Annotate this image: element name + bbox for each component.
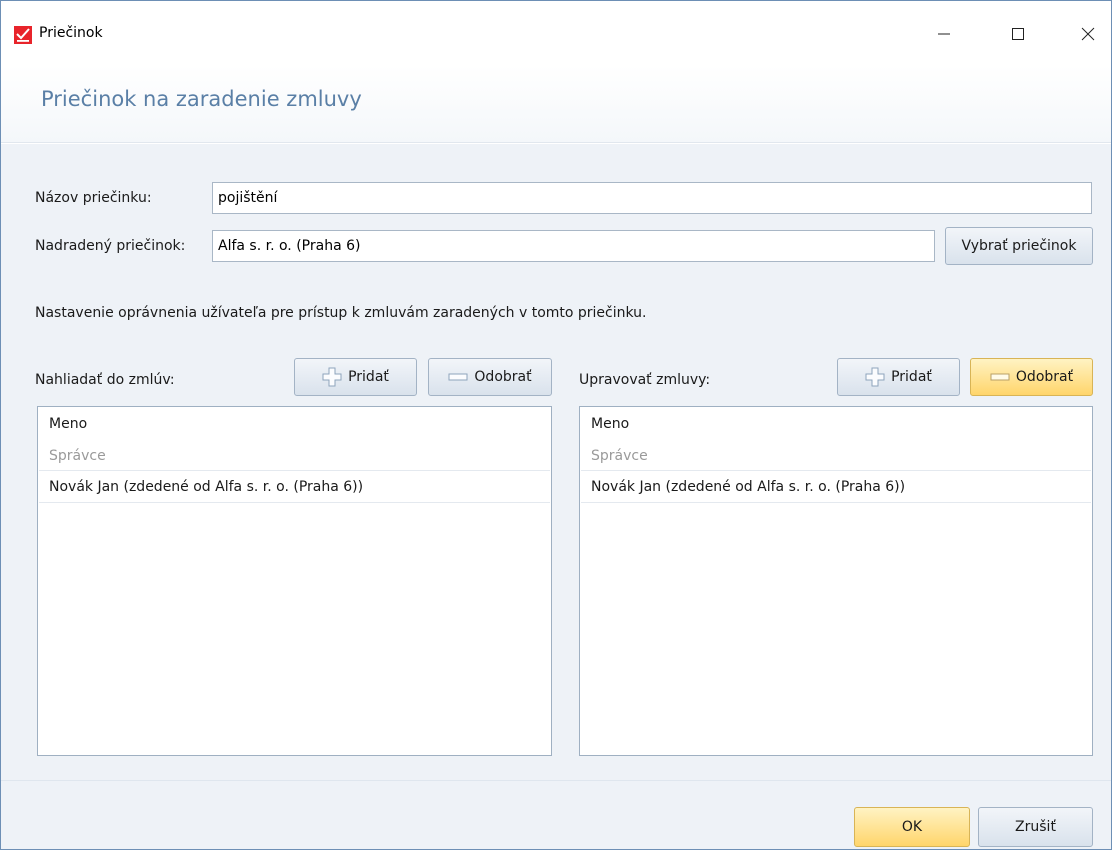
view-remove-button[interactable]: Odobrať: [428, 358, 552, 396]
plus-icon: [865, 367, 885, 387]
dialog-footer: OK Zrušiť: [1, 780, 1111, 849]
close-button[interactable]: [1065, 15, 1111, 53]
close-icon: [1081, 27, 1095, 41]
cancel-label: Zrušiť: [1015, 819, 1056, 835]
folder-name-label: Názov priečinku:: [35, 190, 152, 206]
parent-folder-input[interactable]: [212, 230, 935, 262]
list-column-header[interactable]: Meno: [581, 411, 1091, 437]
list-column-header[interactable]: Meno: [39, 411, 550, 437]
cancel-button[interactable]: Zrušiť: [978, 807, 1093, 847]
edit-remove-label: Odobrať: [1015, 369, 1074, 385]
list-group-row[interactable]: Správce: [39, 441, 550, 471]
maximize-icon: [1012, 28, 1024, 40]
edit-users-list[interactable]: Meno Správce Novák Jan (zdedené od Alfa …: [579, 406, 1093, 756]
view-panel-label: Nahliadať do zmlúv:: [35, 372, 175, 388]
parent-folder-label: Nadradený priečinok:: [35, 238, 186, 254]
minus-icon: [990, 373, 1010, 381]
page-title: Priečinok na zaradenie zmluvy: [41, 87, 362, 111]
dialog-body: Názov priečinku: Nadradený priečinok: Vy…: [1, 144, 1111, 780]
view-users-list[interactable]: Meno Správce Novák Jan (zdedené od Alfa …: [37, 406, 552, 756]
title-bar[interactable]: Priečinok: [1, 1, 1111, 65]
view-remove-label: Odobrať: [474, 369, 532, 385]
ok-button[interactable]: OK: [854, 807, 970, 847]
list-group-row[interactable]: Správce: [581, 441, 1091, 471]
plus-icon: [322, 367, 342, 387]
select-folder-button[interactable]: Vybrať priečinok: [945, 227, 1093, 265]
window-title: Priečinok: [39, 25, 103, 41]
edit-add-button[interactable]: Pridať: [837, 358, 960, 396]
view-add-label: Pridať: [348, 369, 389, 385]
maximize-button[interactable]: [995, 15, 1041, 53]
permissions-description: Nastavenie oprávnenia užívateľa pre prís…: [35, 305, 647, 321]
folder-name-input[interactable]: [212, 182, 1092, 214]
dialog-header: Priečinok na zaradenie zmluvy: [1, 65, 1111, 143]
edit-add-label: Pridať: [891, 369, 932, 385]
edit-remove-button[interactable]: Odobrať: [970, 358, 1093, 396]
list-item[interactable]: Novák Jan (zdedené od Alfa s. r. o. (Pra…: [581, 471, 1091, 503]
ok-label: OK: [901, 819, 923, 835]
checkmark-logo-icon: [14, 26, 32, 44]
select-folder-label: Vybrať priečinok: [961, 238, 1077, 254]
folder-dialog: Priečinok Priečinok na zaradenie zmluvy …: [0, 0, 1112, 850]
minus-icon: [448, 373, 468, 381]
list-item[interactable]: Novák Jan (zdedené od Alfa s. r. o. (Pra…: [39, 471, 550, 503]
edit-panel-label: Upravovať zmluvy:: [579, 372, 711, 388]
view-add-button[interactable]: Pridať: [294, 358, 417, 396]
minimize-button[interactable]: [921, 15, 967, 53]
minimize-icon: [938, 33, 950, 35]
